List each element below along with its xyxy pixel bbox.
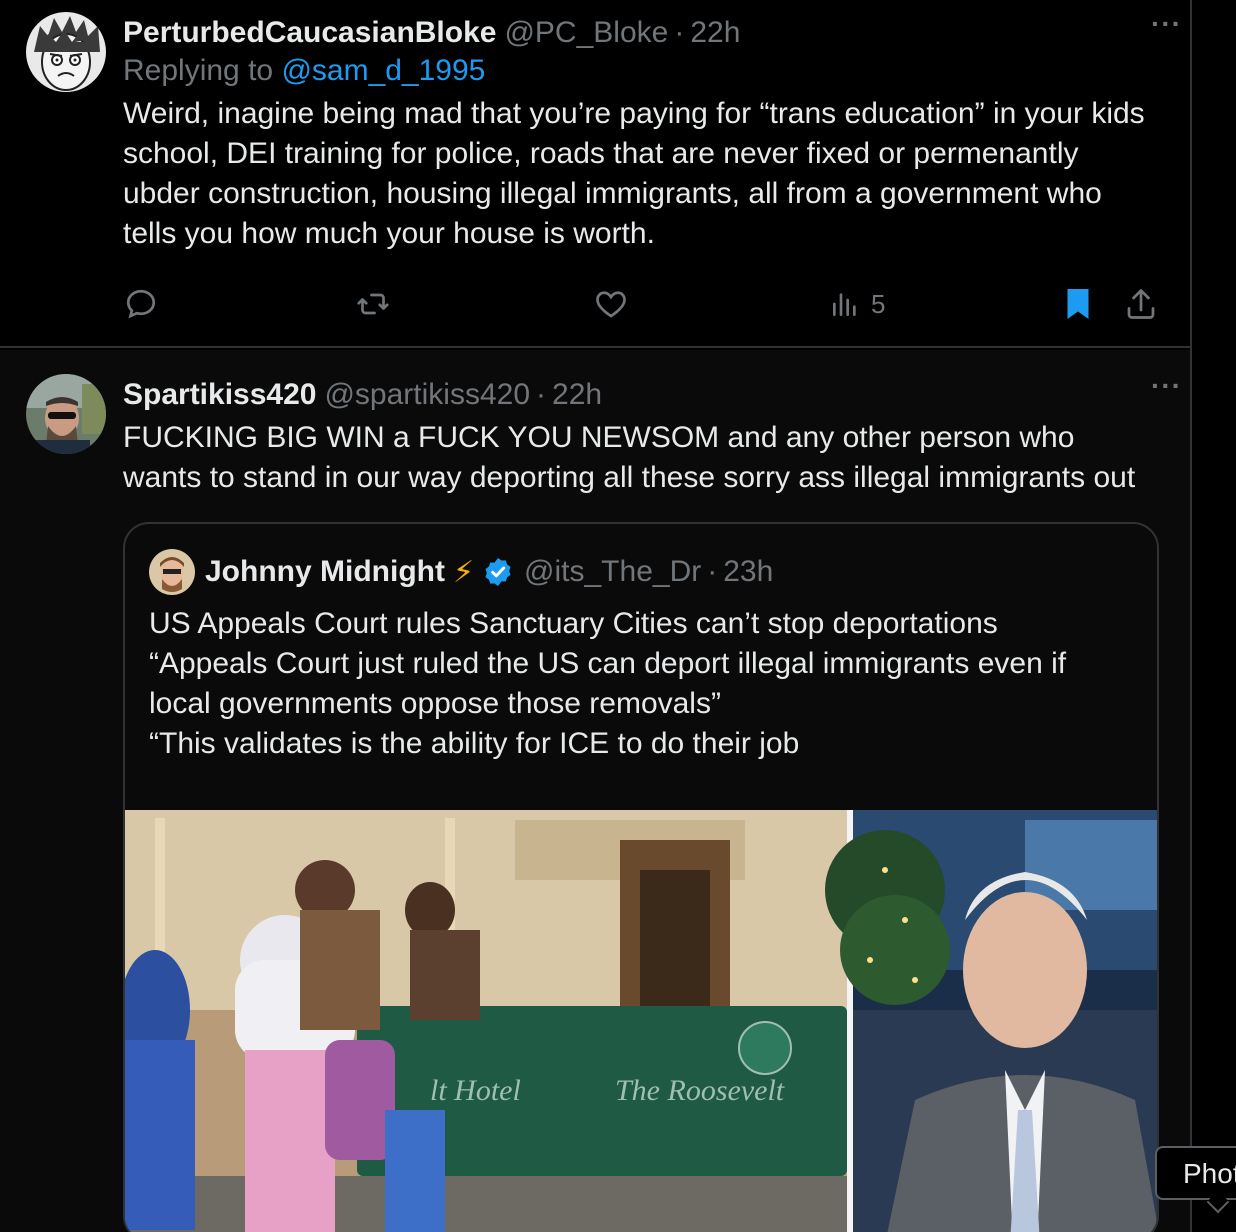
lightning-emoji-icon: ⚡: [452, 555, 475, 589]
separator-dot: ·: [674, 16, 685, 49]
avatar[interactable]: [26, 12, 106, 92]
hotel-sign-left: lt Hotel: [430, 1074, 521, 1107]
display-name[interactable]: Spartikiss420: [123, 378, 316, 412]
more-options-button[interactable]: ···: [1151, 8, 1182, 40]
user-photo-avatar-icon: [149, 549, 195, 595]
right-pane: [1194, 0, 1236, 1232]
tweet-perturbed[interactable]: PerturbedCaucasianBloke @PC_Bloke · 22h …: [0, 0, 1190, 348]
news-photo-image: lt Hotel The Roosevelt: [125, 810, 1157, 1232]
retweet-button[interactable]: [355, 284, 391, 324]
replying-to-line: Replying to @sam_d_1995: [123, 54, 1160, 94]
user-handle[interactable]: @spartikiss420: [324, 378, 530, 412]
bookmark-button[interactable]: [1063, 284, 1093, 324]
separator-dot: ·: [536, 378, 547, 411]
timestamp[interactable]: 22h: [552, 378, 602, 412]
avatar[interactable]: [26, 374, 106, 454]
views-count: 5: [871, 288, 886, 319]
replying-to-link[interactable]: @sam_d_1995: [281, 54, 485, 87]
share-icon: [1127, 289, 1155, 319]
quoted-tweet-header: Johnny Midnight ⚡ @its_The_Dr · 23h: [149, 549, 773, 595]
reply-icon: [126, 289, 156, 319]
hotel-sign-right: The Roosevelt: [615, 1074, 785, 1107]
quoted-timestamp[interactable]: 23h: [723, 555, 773, 589]
quoted-handle[interactable]: @its_The_Dr: [524, 555, 701, 589]
quoted-tweet-text: US Appeals Court rules Sanctuary Cities …: [149, 607, 1067, 760]
tweet-spartikiss[interactable]: Spartikiss420 @spartikiss420 · 22h FUCKI…: [0, 350, 1190, 1232]
user-handle[interactable]: @PC_Bloke: [504, 16, 668, 50]
reply-button[interactable]: [123, 284, 159, 324]
tweet-text: Weird, inagine being mad that you’re pay…: [123, 97, 1154, 250]
tweet-header: PerturbedCaucasianBloke @PC_Bloke · 22h: [123, 14, 1160, 52]
quoted-avatar[interactable]: [149, 549, 195, 595]
display-name[interactable]: PerturbedCaucasianBloke: [123, 16, 496, 50]
retweet-icon: [357, 293, 389, 315]
photo-tooltip: Phot: [1155, 1146, 1236, 1200]
timeline-column: PerturbedCaucasianBloke @PC_Bloke · 22h …: [0, 0, 1192, 1232]
quoted-media-image[interactable]: lt Hotel The Roosevelt: [125, 810, 1157, 1232]
timestamp[interactable]: 22h: [690, 16, 740, 50]
views-button[interactable]: 5: [829, 284, 885, 324]
quoted-tweet-card[interactable]: Johnny Midnight ⚡ @its_The_Dr · 23h US A…: [123, 522, 1159, 1232]
quoted-display-name[interactable]: Johnny Midnight: [205, 555, 445, 589]
tweet-text: FUCKING BIG WIN a FUCK YOU NEWSOM and an…: [123, 421, 1136, 494]
like-button[interactable]: [593, 284, 629, 324]
tweet-header: Spartikiss420 @spartikiss420 · 22h: [123, 376, 1160, 414]
views-chart-icon: [833, 293, 856, 316]
heart-icon: [596, 291, 626, 318]
more-options-button[interactable]: ···: [1151, 370, 1182, 402]
cartoon-avatar-icon: [26, 12, 106, 92]
replying-prefix: Replying to: [123, 54, 274, 87]
share-button[interactable]: [1123, 284, 1159, 324]
separator-dot: ·: [707, 555, 718, 588]
tweet-actions: 5: [123, 284, 1163, 324]
bookmark-icon: [1067, 289, 1089, 319]
verified-badge-icon[interactable]: [482, 556, 514, 588]
user-photo-avatar-icon: [26, 374, 106, 454]
